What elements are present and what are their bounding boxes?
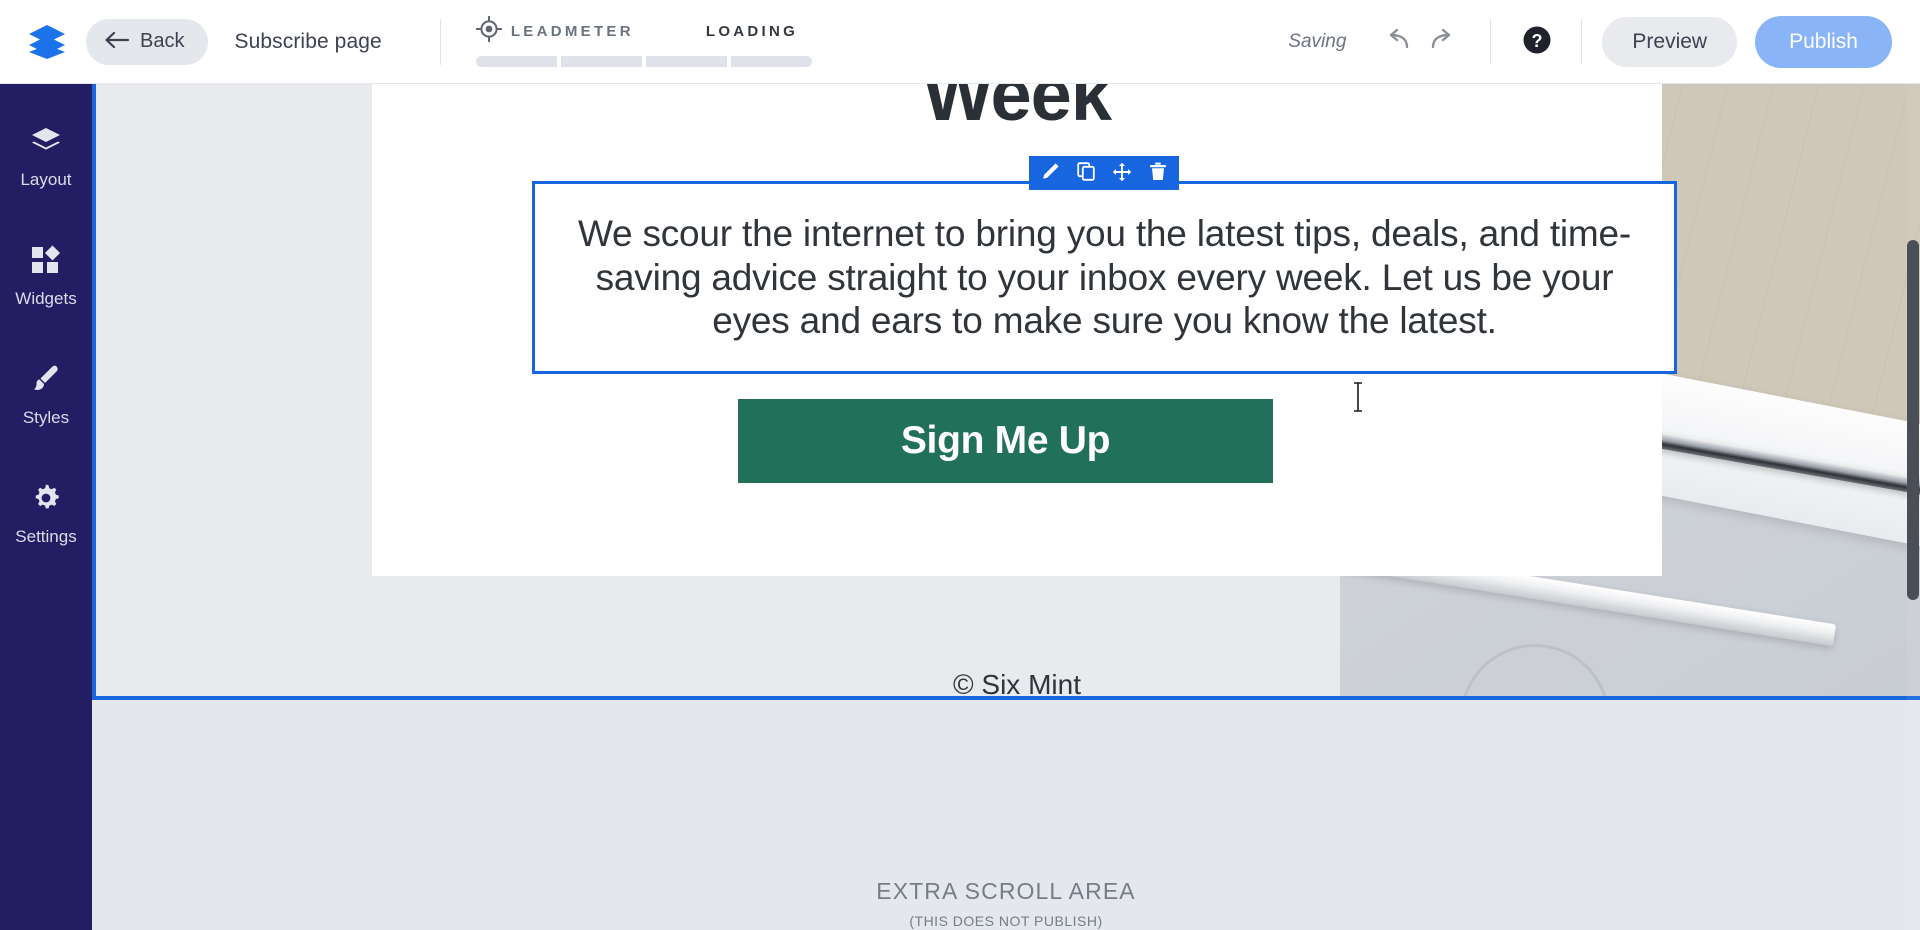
extra-scroll-title: EXTRA SCROLL AREA — [876, 878, 1136, 904]
canvas-scrollbar-thumb[interactable] — [1907, 240, 1919, 600]
trash-delete-icon — [1149, 162, 1167, 184]
undo-arrow-icon — [1381, 27, 1411, 56]
help-button[interactable]: ? — [1513, 18, 1561, 66]
left-sidebar: Layout Widgets Styles Settings — [0, 84, 92, 930]
hero-body-text[interactable]: We scour the internet to bring you the l… — [535, 212, 1674, 343]
redo-button[interactable] — [1420, 18, 1468, 66]
hero-content-card: Week We scour the internet to bring you … — [372, 84, 1677, 576]
duplicate-element-button[interactable] — [1069, 157, 1103, 189]
leadmeter-status: LOADING — [705, 23, 799, 40]
sidebar-item-widgets-label: Widgets — [15, 289, 77, 308]
element-action-toolbar — [1029, 156, 1179, 190]
move-arrows-icon — [1112, 162, 1132, 185]
hero-heading[interactable]: Week — [372, 84, 1662, 137]
leadmeter-bar-4 — [730, 56, 812, 67]
leadmeter-bar-1 — [475, 56, 557, 67]
leadmeter-progress-bars — [475, 56, 812, 67]
leadmeter-bar-2 — [560, 56, 642, 67]
move-element-button[interactable] — [1105, 157, 1139, 189]
back-button-label: Back — [140, 30, 185, 52]
sidebar-item-widgets[interactable]: Widgets — [0, 233, 92, 323]
publish-button[interactable]: Publish — [1755, 15, 1892, 68]
saving-status: Saving — [1288, 30, 1347, 52]
layers-icon — [30, 126, 62, 161]
sidebar-item-layout-label: Layout — [20, 170, 72, 189]
widgets-icon — [31, 245, 61, 280]
brush-icon — [31, 364, 61, 399]
toolbar-right-group: Saving ? Preview Publish — [1288, 15, 1920, 68]
back-button[interactable]: Back — [86, 18, 209, 65]
page-title: Subscribe page — [234, 29, 382, 53]
sidebar-item-layout[interactable]: Layout — [0, 114, 92, 204]
toolbar-divider-right — [1581, 18, 1583, 65]
pencil-edit-icon — [1041, 162, 1060, 184]
preview-button[interactable]: Preview — [1602, 16, 1738, 67]
leadmeter-widget[interactable]: LEADMETER LOADING — [475, 15, 812, 67]
help-question-icon: ? — [1521, 24, 1553, 59]
toolbar-divider-left — [439, 18, 441, 65]
sidebar-item-styles[interactable]: Styles — [0, 352, 92, 442]
arrow-left-icon — [104, 30, 130, 53]
layers-logo-icon[interactable] — [20, 15, 74, 69]
copyright-text[interactable]: © Six Mint — [372, 669, 1662, 701]
sidebar-item-styles-label: Styles — [22, 408, 70, 427]
svg-text:?: ? — [1532, 31, 1543, 51]
gear-icon — [31, 483, 61, 518]
page-canvas[interactable]: Week We scour the internet to bring you … — [92, 84, 1920, 930]
duplicate-icon — [1076, 162, 1096, 184]
toolbar-divider-mid — [1490, 18, 1492, 65]
undo-button[interactable] — [1372, 18, 1420, 66]
selected-text-block[interactable]: We scour the internet to bring you the l… — [532, 156, 1677, 374]
delete-element-button[interactable] — [1141, 157, 1175, 189]
leadmeter-label: LEADMETER — [510, 23, 634, 40]
redo-arrow-icon — [1429, 27, 1459, 56]
extra-scroll-area: EXTRA SCROLL AREA (THIS DOES NOT PUBLISH… — [92, 700, 1920, 930]
top-toolbar: Back Subscribe page LEADMETER LOADING Sa… — [0, 0, 1920, 84]
sidebar-item-settings-label: Settings — [15, 527, 77, 546]
sidebar-item-settings[interactable]: Settings — [0, 471, 92, 561]
hero-section[interactable]: Week We scour the internet to bring you … — [92, 84, 1920, 700]
sign-me-up-button[interactable]: Sign Me Up — [738, 399, 1273, 483]
edit-element-button[interactable] — [1033, 157, 1067, 189]
target-crosshair-icon — [475, 15, 503, 47]
leadmeter-bar-3 — [645, 56, 727, 67]
extra-scroll-subtitle: (THIS DOES NOT PUBLISH) — [909, 913, 1103, 929]
